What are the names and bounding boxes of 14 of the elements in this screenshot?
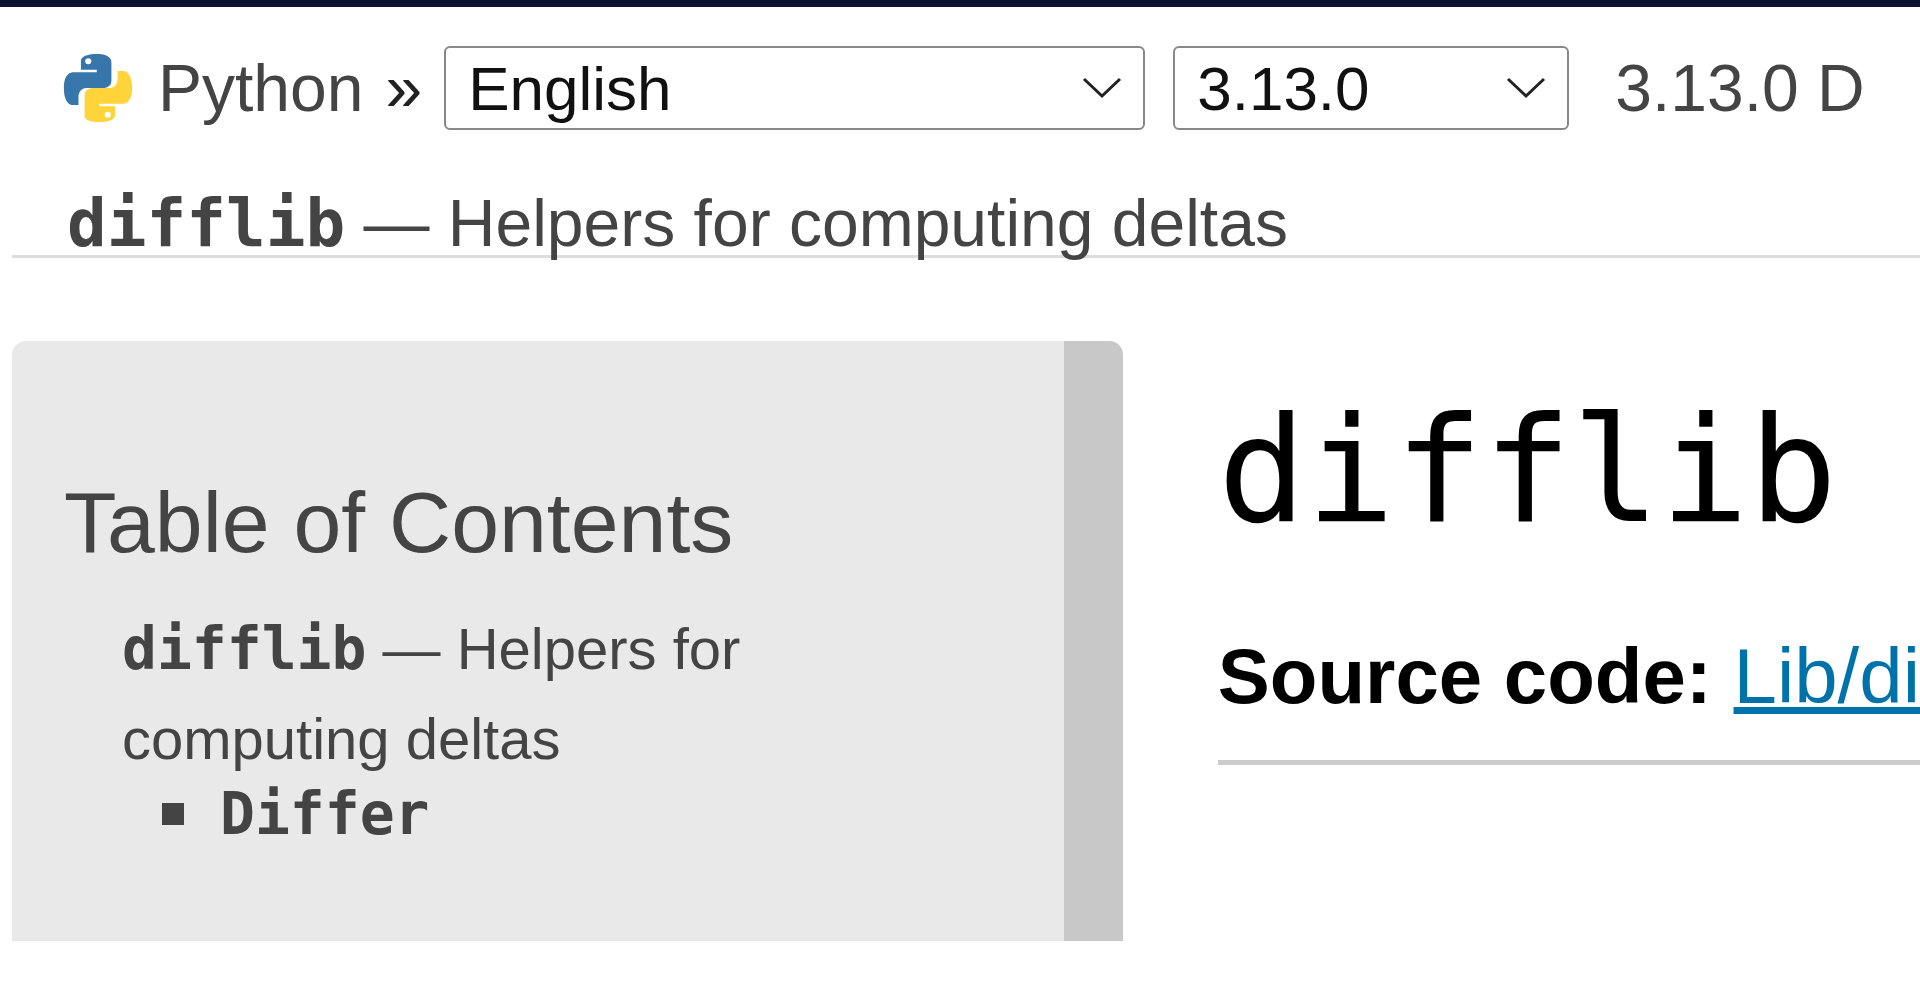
source-link[interactable]: Lib/di [1733, 632, 1920, 720]
chevron-down-icon [1505, 77, 1548, 99]
chevron-down-icon [1081, 77, 1124, 99]
version-select[interactable]: 3.13.0 [1173, 46, 1570, 130]
bullet-icon [162, 803, 184, 826]
documentation-title: 3.13.0 D [1615, 50, 1865, 126]
home-link[interactable]: Python [158, 50, 364, 126]
breadcrumb-separator: » [385, 50, 423, 126]
toc-heading: Table of Contents [64, 473, 735, 572]
scrollbar[interactable] [1063, 341, 1123, 941]
page-breadcrumb-link[interactable]: difflib — Helpers for computing deltas [67, 186, 1288, 260]
language-select[interactable]: English [444, 46, 1146, 130]
source-code-line: Source code: Lib/di [1217, 631, 1920, 722]
page-title: difflib [1217, 384, 1839, 558]
